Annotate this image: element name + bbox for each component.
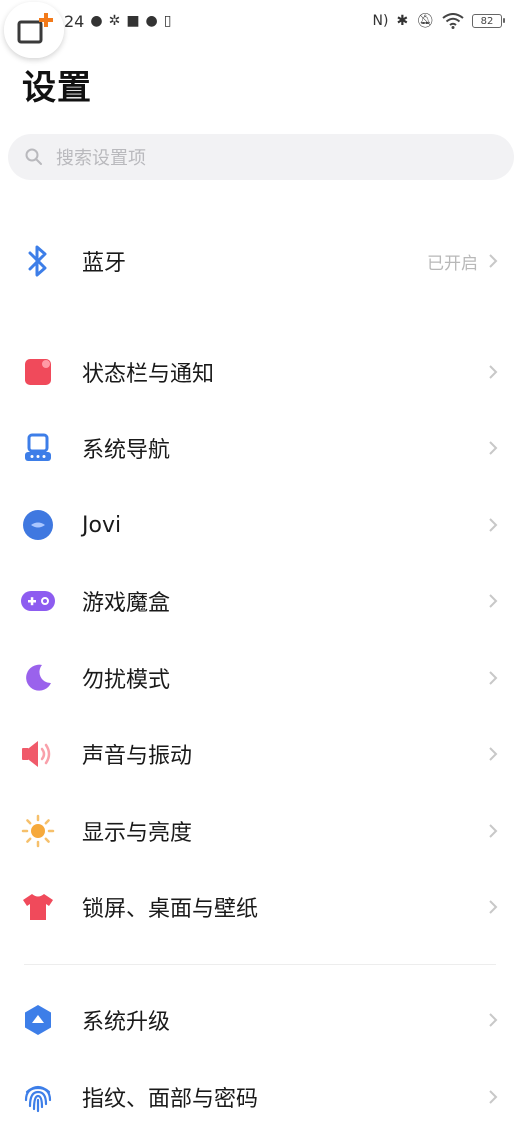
settings-item-label: 锁屏、桌面与壁纸 bbox=[82, 897, 259, 922]
section-divider bbox=[24, 964, 496, 965]
settings-item-label: 蓝牙 bbox=[82, 251, 127, 276]
jovi-icon bbox=[20, 507, 56, 543]
settings-item-label: Jovi bbox=[82, 512, 122, 538]
nfc-icon: N) bbox=[372, 13, 389, 29]
settings-item-status-bar-notifications[interactable]: 状态栏与通知 bbox=[0, 337, 520, 407]
search-icon bbox=[25, 148, 42, 165]
settings-item-game-box[interactable]: 游戏魔盒 bbox=[0, 566, 520, 636]
settings-item-fingerprint-face-password[interactable]: 指纹、面部与密码 bbox=[0, 1062, 520, 1132]
chevron-right-icon bbox=[484, 669, 502, 687]
settings-item-label: 状态栏与通知 bbox=[82, 362, 215, 387]
system-upgrade-icon bbox=[20, 1002, 56, 1038]
settings-item-sound-vibration[interactable]: 声音与振动 bbox=[0, 719, 520, 789]
message-notification-icon: ● bbox=[145, 13, 158, 29]
mute-icon: 🔕︎ bbox=[416, 13, 434, 29]
battery-level: 82 bbox=[480, 15, 494, 27]
chevron-right-icon bbox=[484, 363, 502, 381]
sound-vibration-icon bbox=[20, 736, 56, 772]
video-notification-icon: ■ bbox=[126, 13, 140, 29]
chevron-right-icon bbox=[484, 1011, 502, 1029]
chevron-right-icon bbox=[484, 745, 502, 763]
status-time: 24 bbox=[64, 11, 85, 31]
settings-item-do-not-disturb[interactable]: 勿扰模式 bbox=[0, 643, 520, 713]
settings-item-jovi[interactable]: Jovi bbox=[0, 490, 520, 560]
settings-item-label: 指纹、面部与密码 bbox=[82, 1087, 259, 1112]
fingerprint-icon bbox=[20, 1079, 56, 1115]
chevron-right-icon bbox=[484, 516, 502, 534]
chevron-right-icon bbox=[484, 439, 502, 457]
search-input[interactable]: 搜索设置项 bbox=[8, 134, 514, 180]
settings-item-label: 系统导航 bbox=[82, 438, 171, 463]
settings-item-label: 显示与亮度 bbox=[82, 821, 193, 846]
settings-item-lockscreen-wallpaper[interactable]: 锁屏、桌面与壁纸 bbox=[0, 872, 520, 942]
page-title: 设置 bbox=[22, 68, 92, 108]
bluetooth-status-value: 已开启 bbox=[427, 253, 478, 274]
chevron-right-icon bbox=[484, 898, 502, 916]
status-bar-notification-icon bbox=[20, 354, 56, 390]
system-navigation-icon bbox=[20, 430, 56, 466]
settings-item-bluetooth[interactable]: 蓝牙 已开启 bbox=[0, 226, 520, 296]
add-window-icon bbox=[17, 13, 53, 44]
status-bar-left: 24 ● ✲ ■ ● ▯ bbox=[64, 10, 171, 32]
status-bar: 24 ● ✲ ■ ● ▯ N) ✱ 🔕︎ 82 bbox=[0, 0, 520, 42]
battery-icon: 82 bbox=[472, 14, 505, 28]
chevron-right-icon bbox=[484, 592, 502, 610]
bluetooth-status-icon: ✱ bbox=[396, 13, 409, 29]
chevron-right-icon bbox=[484, 252, 502, 270]
chevron-right-icon bbox=[484, 1088, 502, 1106]
notification-dot-icon: ● bbox=[90, 13, 103, 29]
lockscreen-wallpaper-shirt-icon bbox=[20, 889, 56, 925]
floating-add-window-button[interactable] bbox=[4, 2, 64, 58]
settings-item-system-upgrade[interactable]: 系统升级 bbox=[0, 985, 520, 1055]
game-box-icon bbox=[20, 583, 56, 619]
search-placeholder: 搜索设置项 bbox=[56, 148, 146, 169]
settings-item-label: 勿扰模式 bbox=[82, 668, 171, 693]
chevron-right-icon bbox=[484, 822, 502, 840]
app-notification-icon: ✲ bbox=[108, 13, 121, 29]
settings-item-label: 系统升级 bbox=[82, 1010, 171, 1035]
settings-item-label: 游戏魔盒 bbox=[82, 591, 171, 616]
display-brightness-sun-icon bbox=[20, 813, 56, 849]
settings-item-system-navigation[interactable]: 系统导航 bbox=[0, 413, 520, 483]
wifi-icon bbox=[442, 13, 464, 29]
sim-icon: ▯ bbox=[163, 13, 172, 29]
status-bar-right: N) ✱ 🔕︎ 82 bbox=[372, 10, 505, 32]
do-not-disturb-moon-icon bbox=[20, 660, 56, 696]
settings-item-display-brightness[interactable]: 显示与亮度 bbox=[0, 796, 520, 866]
settings-item-label: 声音与振动 bbox=[82, 744, 193, 769]
bluetooth-icon bbox=[20, 243, 56, 279]
